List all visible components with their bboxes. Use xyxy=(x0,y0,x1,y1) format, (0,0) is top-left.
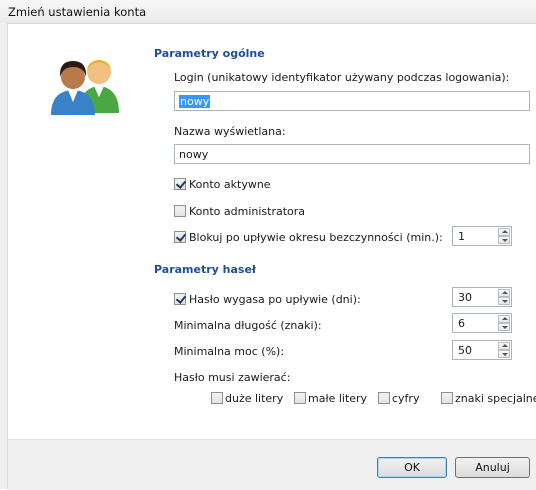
lock-idle-label: Blokuj po upływie okresu bezczynności (m… xyxy=(189,231,443,244)
active-account-label: Konto aktywne xyxy=(189,178,271,191)
password-expire-label: Hasło wygasa po upływie (dni): xyxy=(189,293,361,306)
window-title: Zmień ustawienia konta xyxy=(8,5,147,19)
display-name-value: nowy xyxy=(179,148,209,161)
title-bar: Zmień ustawienia konta xyxy=(0,0,536,24)
cancel-button[interactable]: Anuluj xyxy=(455,457,530,478)
min-length-label: Minimalna długość (znaki): xyxy=(174,319,322,332)
min-strength-value: 50 xyxy=(458,344,472,357)
digits-label: cyfry xyxy=(392,392,420,405)
min-strength-label: Minimalna moc (%): xyxy=(174,345,285,358)
login-input[interactable]: nowy xyxy=(174,91,530,111)
login-value: nowy xyxy=(179,95,211,108)
display-name-input[interactable]: nowy xyxy=(174,144,530,164)
must-contain-label: Hasło musi zawierać: xyxy=(174,371,291,384)
spin-down-icon[interactable] xyxy=(498,297,510,305)
spin-up-icon[interactable] xyxy=(498,342,510,350)
account-settings-dialog: Zmień ustawienia konta Parametry ogólne … xyxy=(0,0,536,490)
active-account-checkbox[interactable] xyxy=(174,178,186,190)
spin-up-icon[interactable] xyxy=(498,289,510,297)
lock-idle-checkbox[interactable] xyxy=(174,231,186,243)
digits-checkbox[interactable] xyxy=(378,392,390,404)
admin-account-checkbox[interactable] xyxy=(174,205,186,217)
spin-up-icon[interactable] xyxy=(498,315,510,323)
min-length-value: 6 xyxy=(458,317,465,330)
special-chars-checkbox[interactable] xyxy=(441,392,453,404)
spin-up-icon[interactable] xyxy=(498,228,510,236)
password-expire-spinner[interactable]: 30 xyxy=(452,287,512,307)
password-section-heading: Parametry haseł xyxy=(154,263,256,276)
lowercase-checkbox[interactable] xyxy=(294,392,306,404)
spin-down-icon[interactable] xyxy=(498,350,510,358)
spin-down-icon[interactable] xyxy=(498,236,510,244)
uppercase-checkbox[interactable] xyxy=(211,392,223,404)
spin-down-icon[interactable] xyxy=(498,323,510,331)
uppercase-label: duże litery xyxy=(225,392,284,405)
lock-idle-value: 1 xyxy=(458,230,465,243)
login-label: Login (unikatowy identyfikator używany p… xyxy=(174,71,510,84)
admin-account-label: Konto administratora xyxy=(189,205,306,218)
lowercase-label: małe litery xyxy=(308,392,368,405)
display-name-label: Nazwa wyświetlana: xyxy=(174,125,286,138)
min-length-spinner[interactable]: 6 xyxy=(452,313,512,333)
lock-idle-spinner[interactable]: 1 xyxy=(452,226,512,246)
ok-button[interactable]: OK xyxy=(377,457,447,478)
special-chars-label: znaki specjalne xyxy=(455,392,536,405)
general-section-heading: Parametry ogólne xyxy=(154,47,265,60)
password-expire-value: 30 xyxy=(458,291,472,304)
min-strength-spinner[interactable]: 50 xyxy=(452,340,512,360)
users-icon xyxy=(51,60,119,115)
password-expire-checkbox[interactable] xyxy=(174,293,186,305)
window-left-border xyxy=(0,23,8,489)
